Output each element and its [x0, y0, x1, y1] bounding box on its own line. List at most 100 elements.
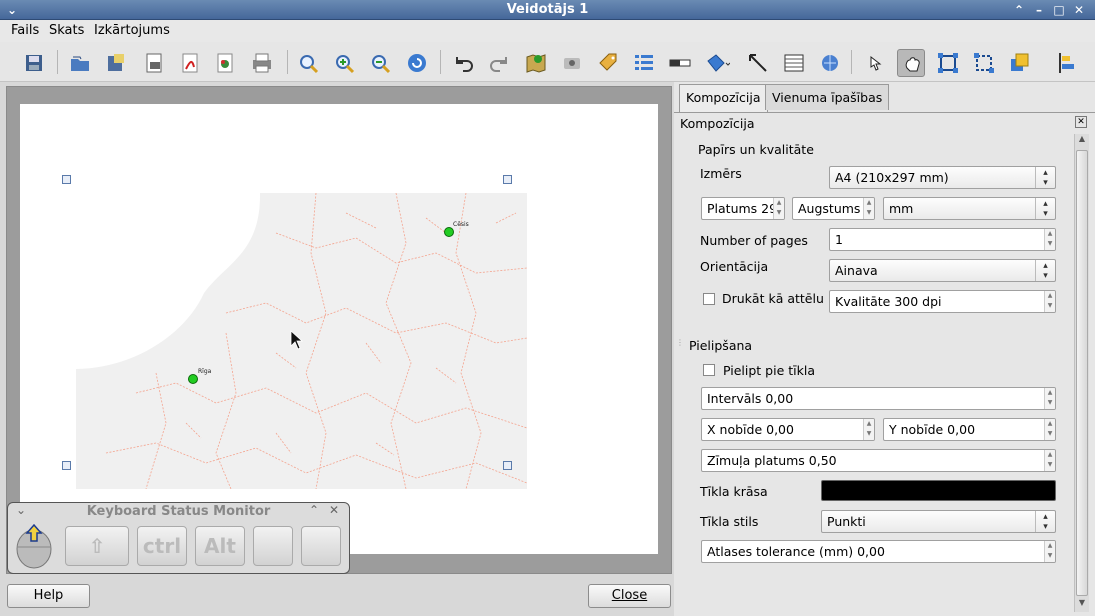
- save-template-icon[interactable]: [102, 49, 130, 77]
- group-items-icon[interactable]: [934, 49, 962, 77]
- menu-file[interactable]: Fails: [11, 23, 39, 38]
- paper-size-value: A4 (210x297 mm): [835, 170, 949, 185]
- spin-arrows-icon[interactable]: ▲ ▼: [1044, 419, 1055, 440]
- export-pdf-icon[interactable]: [176, 49, 204, 77]
- composition-panel: Kompozīcija Vienuma īpašības Kompozīcija…: [674, 82, 1095, 616]
- add-label-icon[interactable]: [594, 49, 622, 77]
- panel-scrollbar[interactable]: ▲ ▼: [1074, 134, 1089, 612]
- grid-color-label: Tīkla krāsa: [700, 484, 768, 499]
- city-label-riga: Rīga: [198, 368, 212, 375]
- snap-section-label: Pielipšana: [689, 338, 753, 353]
- pages-value: 1: [835, 232, 843, 247]
- city-marker-cesis: [444, 227, 454, 237]
- orientation-value: Ainava: [835, 263, 878, 278]
- chevron-updown-icon: ▴ ▾: [1035, 260, 1055, 281]
- spin-arrows-icon[interactable]: ▲ ▼: [1044, 541, 1055, 562]
- align-items-icon[interactable]: [1054, 49, 1082, 77]
- y-offset-value: Y nobīde 0,00: [889, 422, 976, 437]
- save-icon[interactable]: [20, 49, 48, 77]
- export-svg-icon[interactable]: [211, 49, 239, 77]
- kbd-shade-icon[interactable]: ⌃: [309, 503, 319, 517]
- size-label: Izmērs: [700, 166, 742, 181]
- undo-icon[interactable]: [449, 49, 477, 77]
- quality-input[interactable]: Kvalitāte 300 dpi ▲ ▼: [829, 290, 1056, 313]
- close-window-icon[interactable]: ✕: [1071, 2, 1087, 18]
- resize-handle-top-left[interactable]: [62, 175, 71, 184]
- raise-items-icon[interactable]: [1006, 49, 1034, 77]
- shift-key: ⇧: [65, 526, 129, 566]
- zoom-in-icon[interactable]: [330, 49, 358, 77]
- x-offset-input[interactable]: X nobīde 0,00 ▲ ▼: [701, 418, 875, 441]
- tab-composition[interactable]: Kompozīcija: [679, 84, 768, 112]
- add-image-icon[interactable]: [558, 49, 586, 77]
- spin-arrows-icon[interactable]: ▲ ▼: [1044, 229, 1055, 250]
- grid-color-button[interactable]: [821, 480, 1056, 501]
- zoom-full-icon[interactable]: [294, 49, 322, 77]
- move-content-icon[interactable]: [897, 49, 925, 77]
- zoom-out-icon[interactable]: [366, 49, 394, 77]
- interval-input[interactable]: Intervāls 0,00 ▲ ▼: [701, 387, 1056, 410]
- add-map-icon[interactable]: [522, 49, 550, 77]
- pen-width-input[interactable]: Zīmuļa platums 0,50 ▲ ▼: [701, 449, 1056, 472]
- resize-handle-bottom-right[interactable]: [503, 461, 512, 470]
- refresh-icon[interactable]: [403, 49, 431, 77]
- add-scalebar-icon[interactable]: [666, 49, 694, 77]
- add-legend-icon[interactable]: [630, 49, 658, 77]
- super-key: [301, 526, 341, 566]
- title-bar: ⌄ Veidotājs 1 ⌃ – □ ✕: [0, 0, 1095, 20]
- alt-key: Alt: [195, 526, 245, 566]
- close-button[interactable]: Close: [588, 584, 671, 608]
- add-table-icon[interactable]: [780, 49, 808, 77]
- open-template-icon[interactable]: [66, 49, 94, 77]
- tab-item-properties[interactable]: Vienuma īpašības: [765, 84, 890, 110]
- mouse-cursor-icon: [290, 330, 304, 350]
- spin-arrows-icon[interactable]: ▲ ▼: [1044, 450, 1055, 471]
- ctrl-key: ctrl: [137, 526, 187, 566]
- spin-arrows-icon[interactable]: ▲ ▼: [773, 198, 784, 219]
- shade-icon[interactable]: ⌃: [1011, 2, 1027, 18]
- menu-view[interactable]: Skats: [49, 23, 84, 38]
- composer-canvas[interactable]: Cēsis Rīga: [6, 86, 672, 574]
- drag-handle-icon[interactable]: ⋮: [676, 338, 684, 347]
- spin-arrows-icon[interactable]: ▲ ▼: [1044, 291, 1055, 312]
- keyboard-status-monitor: ⌄ Keyboard Status Monitor ⌃ ✕ ⇧ ctrl Alt: [7, 502, 350, 574]
- orientation-select[interactable]: Ainava ▴ ▾: [829, 259, 1056, 282]
- menu-layout[interactable]: Izkārtojums: [94, 23, 170, 38]
- y-offset-input[interactable]: Y nobīde 0,00 ▲ ▼: [883, 418, 1056, 441]
- width-input[interactable]: Platums 297,00 ▲▼: [701, 197, 785, 220]
- spin-arrows-icon[interactable]: ▲ ▼: [863, 198, 874, 219]
- paper-size-select[interactable]: A4 (210x297 mm) ▴ ▾: [829, 166, 1056, 189]
- kbd-close-icon[interactable]: ✕: [329, 503, 339, 517]
- unit-select[interactable]: mm ▴ ▾: [883, 197, 1056, 220]
- help-button[interactable]: Help: [7, 584, 90, 608]
- pages-label: Number of pages: [700, 233, 808, 248]
- chevron-updown-icon: ▴ ▾: [1035, 167, 1055, 188]
- spin-arrows-icon[interactable]: ▲ ▼: [1044, 388, 1055, 409]
- menu-bar: Fails Skats Izkārtojums: [0, 20, 1095, 42]
- resize-handle-bottom-left[interactable]: [62, 461, 71, 470]
- pages-input[interactable]: 1 ▲ ▼: [829, 228, 1056, 251]
- snap-to-grid-checkbox[interactable]: [703, 364, 715, 376]
- add-html-icon[interactable]: [816, 49, 844, 77]
- city-label-cesis: Cēsis: [453, 221, 469, 228]
- minimize-icon[interactable]: –: [1031, 2, 1047, 18]
- maximize-icon[interactable]: □: [1051, 2, 1067, 18]
- spin-arrows-icon[interactable]: ▲ ▼: [863, 419, 874, 440]
- chevron-updown-icon: ▴ ▾: [1035, 511, 1055, 532]
- select-move-item-icon[interactable]: [861, 49, 889, 77]
- meta-key: [253, 526, 293, 566]
- ungroup-items-icon[interactable]: [970, 49, 998, 77]
- export-image-icon[interactable]: [140, 49, 168, 77]
- close-panel-icon[interactable]: ✕: [1075, 116, 1087, 128]
- redo-icon[interactable]: [486, 49, 514, 77]
- print-icon[interactable]: [248, 49, 276, 77]
- grid-style-value: Punkti: [827, 514, 866, 529]
- resize-handle-top-right[interactable]: [503, 175, 512, 184]
- add-arrow-icon[interactable]: [744, 49, 772, 77]
- height-input[interactable]: Augstums 210,00 ▲▼: [792, 197, 875, 220]
- print-as-raster-checkbox[interactable]: [703, 293, 715, 305]
- grid-style-select[interactable]: Punkti ▴ ▾: [821, 510, 1056, 533]
- atlas-tolerance-input[interactable]: Atlases tolerance (mm) 0,00 ▲ ▼: [701, 540, 1056, 563]
- interval-value: Intervāls 0,00: [707, 391, 794, 406]
- add-shape-icon[interactable]: [702, 49, 731, 77]
